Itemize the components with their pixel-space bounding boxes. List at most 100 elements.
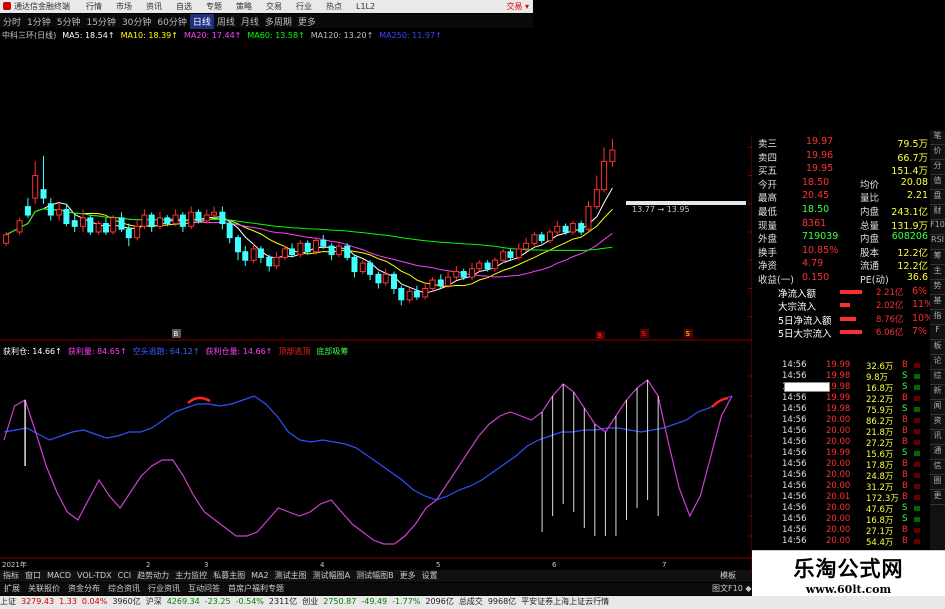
tick-price: 19.99 [826,393,851,403]
candle-body [398,287,405,301]
side-tab-9[interactable]: 主 [930,265,945,280]
candle-body [531,234,538,244]
candle-body [211,211,218,216]
flow-bar [840,330,862,335]
price-annotation: 13.77 → 13.95 [632,205,690,214]
indicator-tab-11[interactable]: 测试幅图B [356,571,394,580]
candle-body [507,251,514,258]
quote-value: 719039 [802,231,839,243]
tick-row: 14:56 20.00 21.8万 B [782,426,932,438]
side-tab-24[interactable]: 更 [930,490,945,505]
side-tab-5[interactable]: 财 [930,205,945,220]
info-tab-5[interactable]: 互动问答 [188,584,220,593]
tick-list[interactable]: 14:5619.9932.6万B14:5619.989.8万S14:5619.9… [752,360,930,548]
quote-label: 换手 [758,247,778,259]
tick-time: 14:56 [782,404,807,414]
tick-time: 14:56 [782,459,807,469]
info-tab-4[interactable]: 行业资讯 [148,584,180,593]
candle-body [609,149,616,162]
status-item-12: -49.49 [361,597,388,606]
info-tab-6[interactable]: 首席户福利专题 [228,584,284,593]
template-tab[interactable]: 模板 [720,570,736,581]
side-tab-10[interactable]: 势 [930,280,945,295]
side-tab-1[interactable]: 价 [930,145,945,160]
indicator-tab-3[interactable]: VOL-TDX [77,571,112,580]
side-tab-16[interactable]: 综 [930,370,945,385]
side-tab-3[interactable]: 值 [930,175,945,190]
quote-value: 0.150 [802,272,830,283]
indicator-tab-13[interactable]: 设置 [422,571,438,580]
candle-body [141,214,148,227]
info-tab-2[interactable]: 资金分布 [68,584,100,593]
status-item-1: 3279.43 [21,597,55,606]
quote-label: 净流入额 [778,288,817,300]
side-tab-11[interactable]: 基 [930,295,945,310]
quote-label: 卖三 [758,139,778,150]
tick-side: B [902,470,908,480]
tick-bar [914,363,920,368]
indicator-tab-6[interactable]: 主力监控 [175,571,207,580]
info-tab-3[interactable]: 综合资讯 [108,584,140,593]
quote-row: 净资 4.79 流通 12.2亿 [752,258,930,272]
quote-label: 5日大宗流入 [778,329,832,341]
side-tab-14[interactable]: 板 [930,340,945,355]
quote-label: 大宗流入 [778,302,817,314]
indicator-tab-9[interactable]: 测试主图 [275,571,307,580]
tick-side: B [902,360,908,370]
side-tab-21[interactable]: 通 [930,445,945,460]
info-tab-0[interactable]: 扩展 [4,584,20,593]
indicator-tab-12[interactable]: 更多 [400,571,416,580]
tick-bar [914,528,920,533]
tick-bar [914,374,920,379]
indicator-tab-1[interactable]: 窗口 [25,571,41,580]
side-tab-2[interactable]: 分 [930,160,945,175]
tick-bar [914,517,920,522]
side-tab-17[interactable]: 新 [930,385,945,400]
quote-label: 今开 [758,179,778,191]
side-tab-0[interactable]: 笔 [930,130,945,145]
side-tab-4[interactable]: 盘 [930,190,945,205]
side-tab-7[interactable]: RSI [930,235,945,250]
info-tab-1[interactable]: 关联报价 [28,584,60,593]
side-tab-18[interactable]: 闻 [930,400,945,415]
side-tab-6[interactable]: F10 [930,220,945,235]
tick-side: B [902,459,908,469]
indicator-legend-item-3: 获利仓量: 14.66↑ [205,347,273,356]
tick-side: S [902,514,908,524]
indicator-tab-4[interactable]: CCI [118,571,132,580]
side-tab-23[interactable]: 圈 [930,475,945,490]
f10-button[interactable]: 图文F10 ◆ [712,583,751,594]
indicator-tab-0[interactable]: 指标 [3,571,19,580]
tick-bar [914,385,920,390]
side-tab-8[interactable]: 筹 [930,250,945,265]
candle-body [429,279,436,289]
candle-body [562,225,569,233]
quote-label: 卖四 [758,152,778,164]
indicator-tab-10[interactable]: 测试幅图A [313,571,350,580]
tick-bar [914,429,920,434]
indicator-tab-8[interactable]: MA2 [251,571,268,580]
tick-side: B [902,415,908,425]
indicator-tab-5[interactable]: 趋势动力 [137,571,169,580]
side-tab-12[interactable]: 指 [930,310,945,325]
indicator-tab-2[interactable]: MACD [47,571,71,580]
candle-body [40,189,47,199]
side-tab-19[interactable]: 资 [930,415,945,430]
candle-body [250,248,257,261]
tick-bar [914,539,920,544]
quote-value-2: 2.21 [906,190,928,202]
quote-value: 20.45 [802,190,830,202]
tick-time: 14:56 [782,360,807,370]
candle-body [422,287,429,298]
candle-body [226,223,233,239]
status-item-5: 沪深 [145,597,162,606]
indicator-tab-7[interactable]: 私募主图 [213,571,245,580]
status-item-4: 3960亿 [112,597,141,606]
side-tab-22[interactable]: 信 [930,460,945,475]
side-tab-13[interactable]: F [930,325,945,340]
tick-price: 20.00 [826,525,851,535]
candle-body [242,251,249,261]
quote-row: 净流入额 2.21亿 6% [752,286,930,300]
side-tab-20[interactable]: 讯 [930,430,945,445]
side-tab-15[interactable]: 论 [930,355,945,370]
